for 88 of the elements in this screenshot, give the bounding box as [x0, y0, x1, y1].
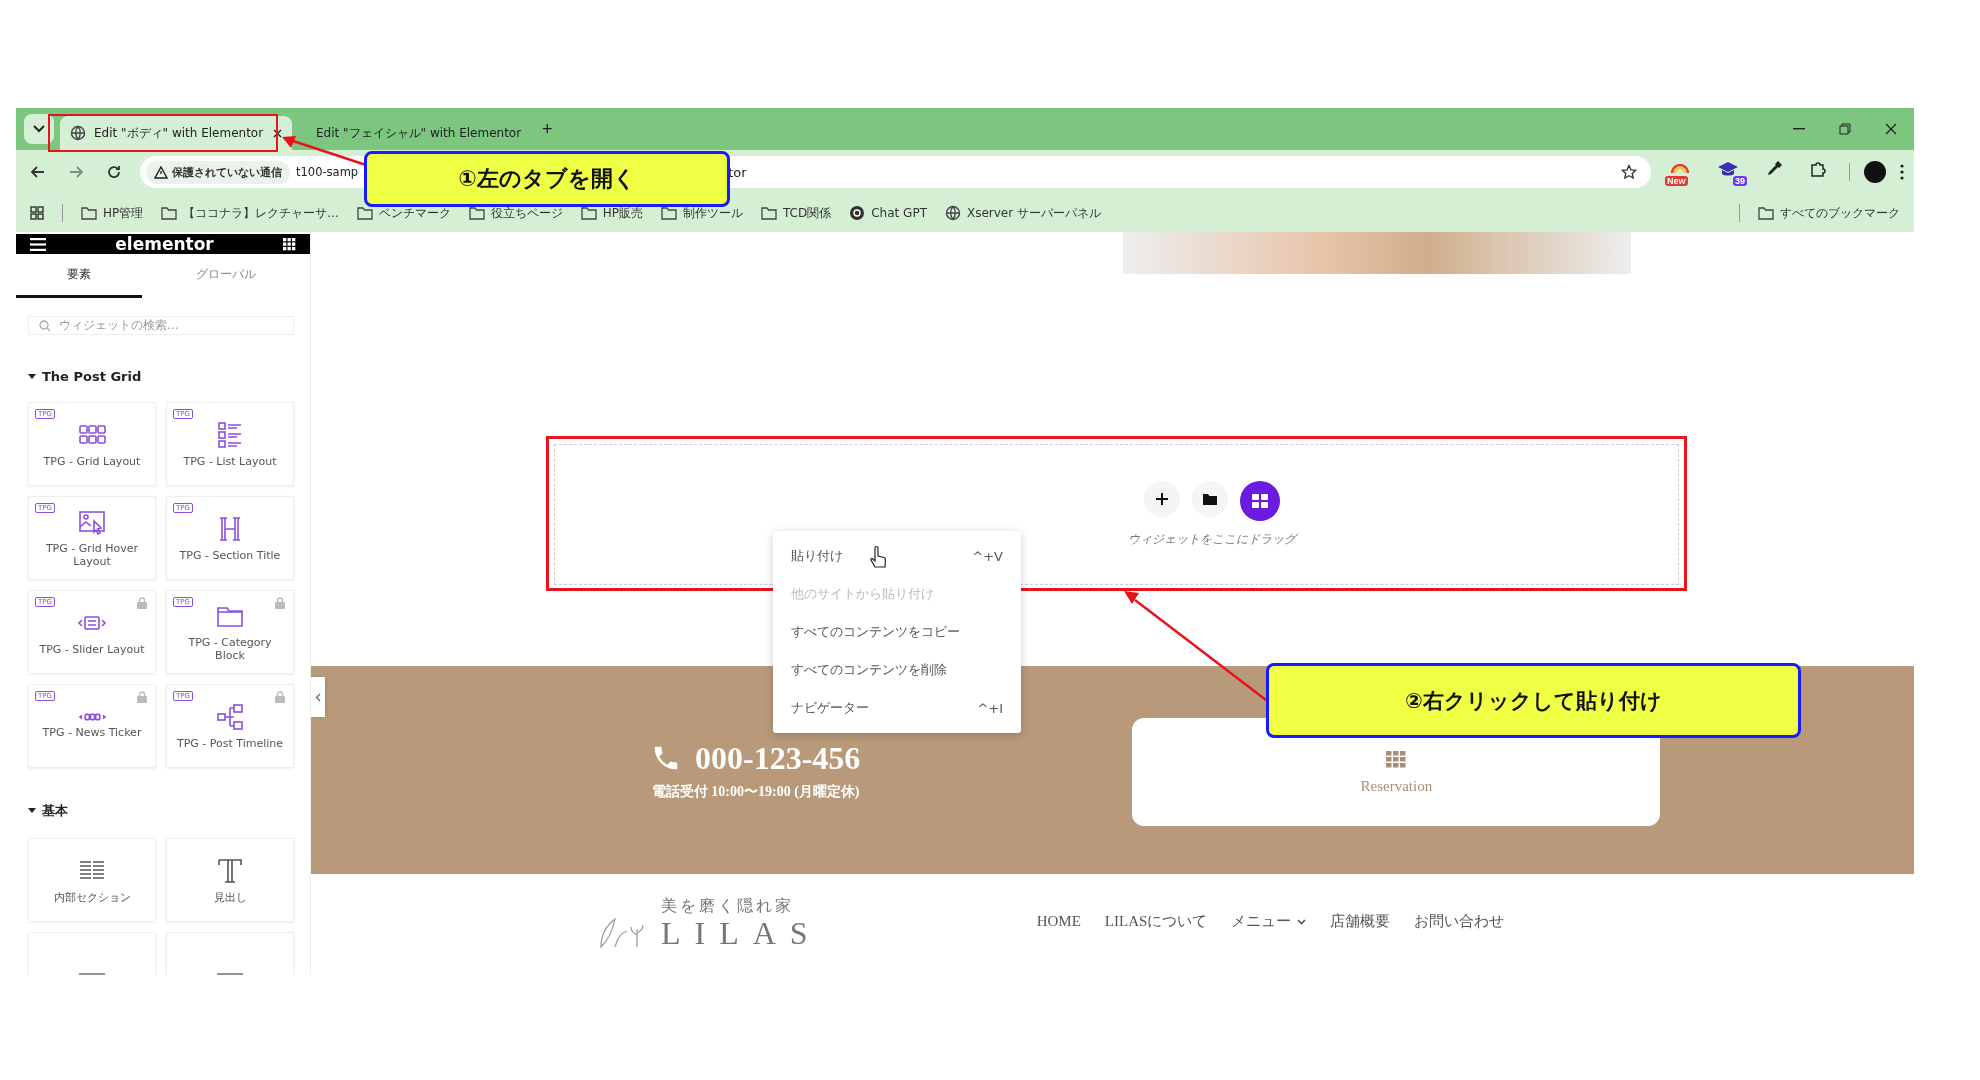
bookmark-item[interactable]: 制作ツール: [661, 204, 743, 222]
widget-card[interactable]: 見出し: [166, 838, 294, 922]
calendar-icon: [1385, 749, 1408, 768]
bookmark-item[interactable]: Chat GPT: [849, 205, 927, 221]
apps-grid-icon[interactable]: [30, 206, 44, 220]
bookmark-item[interactable]: TCD関係: [761, 204, 832, 222]
timeline-widget-icon: [215, 701, 245, 732]
caret-icon: [28, 808, 36, 814]
nav-link[interactable]: 店舗概要: [1330, 912, 1391, 931]
extension-button[interactable]: 39: [1713, 158, 1747, 186]
hamburger-icon[interactable]: [30, 237, 46, 251]
annotation-tooltip: ①左のタブを開く: [364, 151, 730, 207]
folder-icon: [356, 206, 373, 220]
new-tab-button[interactable]: +: [536, 118, 559, 140]
puzzle-icon: [1809, 159, 1827, 178]
caret-icon: [28, 373, 36, 380]
plus-icon: [1155, 493, 1168, 505]
category-header[interactable]: The Post Grid: [28, 369, 142, 384]
widget-card[interactable]: 内部セクション: [28, 838, 156, 922]
chevron-down-icon: [33, 125, 45, 133]
bookmark-item[interactable]: HP管理: [81, 204, 144, 222]
menu-item[interactable]: すべてのコンテンツをコピー: [773, 613, 1021, 651]
folder-icon: [81, 206, 97, 220]
folder-icon: [468, 206, 485, 220]
template-folder-button[interactable]: [1191, 481, 1228, 517]
back-arrow-icon: [30, 164, 46, 180]
bookmark-item[interactable]: 【ココナラ】レクチャーサ...: [161, 204, 339, 222]
browser-tab[interactable]: Edit "フェイシャル" with Elementor: [298, 116, 530, 150]
globe-icon: [944, 205, 961, 221]
profile-avatar[interactable]: [1864, 161, 1886, 183]
panel-tab[interactable]: 要素: [16, 254, 142, 298]
warning-icon: [154, 165, 168, 179]
widget-kit-button[interactable]: [1239, 481, 1280, 521]
tagline: 美を磨く隠れ家: [661, 896, 795, 916]
menu-item[interactable]: 貼り付け ^+V: [773, 537, 1021, 575]
forward-arrow-icon: [68, 164, 84, 180]
chevron-left-icon: [315, 692, 321, 702]
add-section-button[interactable]: [1143, 481, 1180, 517]
shortcut-label: ^+V: [972, 548, 1003, 564]
ticker-widget-icon: [78, 712, 106, 721]
tab-list-button[interactable]: [24, 114, 54, 144]
phone-number: 000-123-456: [695, 739, 861, 777]
close-icon[interactable]: [273, 128, 282, 138]
panel-tab[interactable]: グローバル: [142, 254, 310, 298]
nav-link[interactable]: メニュー: [1231, 912, 1307, 931]
apps-grid-icon[interactable]: [283, 237, 296, 251]
reload-icon: [106, 164, 122, 180]
restore-icon: [1839, 123, 1851, 135]
bookmark-item[interactable]: ベンチマーク: [356, 204, 451, 222]
shortcut-label: ^+I: [977, 700, 1003, 716]
nav-link[interactable]: HOME: [1036, 912, 1081, 931]
site-logo-text: LILAS: [661, 917, 822, 949]
search-icon: [39, 319, 51, 332]
url-text: t100-samp: [296, 165, 359, 179]
folder-icon: [161, 206, 178, 220]
extension-badge: 39: [1733, 175, 1747, 186]
spiral-logo-icon: [849, 205, 866, 221]
nav-link[interactable]: LILASについて: [1104, 912, 1208, 931]
bookmark-item[interactable]: Xserver サーバーパネル: [944, 204, 1101, 222]
menu-item[interactable]: ナビゲーター ^+I: [773, 689, 1021, 727]
all-bookmarks-button[interactable]: すべてのブックマーク: [1758, 204, 1900, 222]
collapse-handle[interactable]: [311, 677, 325, 717]
bookmark-star-icon[interactable]: [1621, 164, 1637, 180]
close-icon: [1885, 123, 1897, 135]
menu-icon[interactable]: [1900, 164, 1904, 180]
menu-item[interactable]: すべてのコンテンツを削除: [773, 651, 1021, 689]
globe-icon: [70, 125, 86, 141]
extension-badge: New: [1665, 175, 1688, 186]
minimize-icon: [1793, 128, 1805, 130]
grid-icon: [1251, 494, 1268, 508]
eyedropper-icon: [1765, 159, 1783, 178]
business-hours: 電話受付 10:00〜19:00 (月曜定休): [651, 782, 860, 801]
bookmark-item[interactable]: 役立ちページ: [468, 204, 563, 222]
category-header[interactable]: 基本: [28, 802, 68, 820]
hand-cursor-icon: [869, 545, 887, 569]
folder-icon: [1202, 493, 1217, 505]
bookmark-item[interactable]: HP販売: [580, 204, 643, 222]
folder-icon: [1758, 206, 1774, 220]
folder-icon: [580, 206, 597, 220]
security-warning[interactable]: 保護されていない通信: [146, 160, 290, 184]
extension-button[interactable]: New: [1665, 158, 1699, 186]
folder-icon: [761, 206, 777, 220]
folder-icon: [661, 206, 677, 220]
nav-link[interactable]: お問い合わせ: [1414, 912, 1505, 931]
drop-hint: ウィジェットをここにドラッグ: [1127, 531, 1296, 548]
browser-tab[interactable]: Edit "ボディ" with Elementor: [60, 116, 292, 150]
annotation-tooltip: ②右クリックして貼り付け: [1266, 663, 1801, 738]
elementor-logo: elementor: [115, 234, 214, 254]
